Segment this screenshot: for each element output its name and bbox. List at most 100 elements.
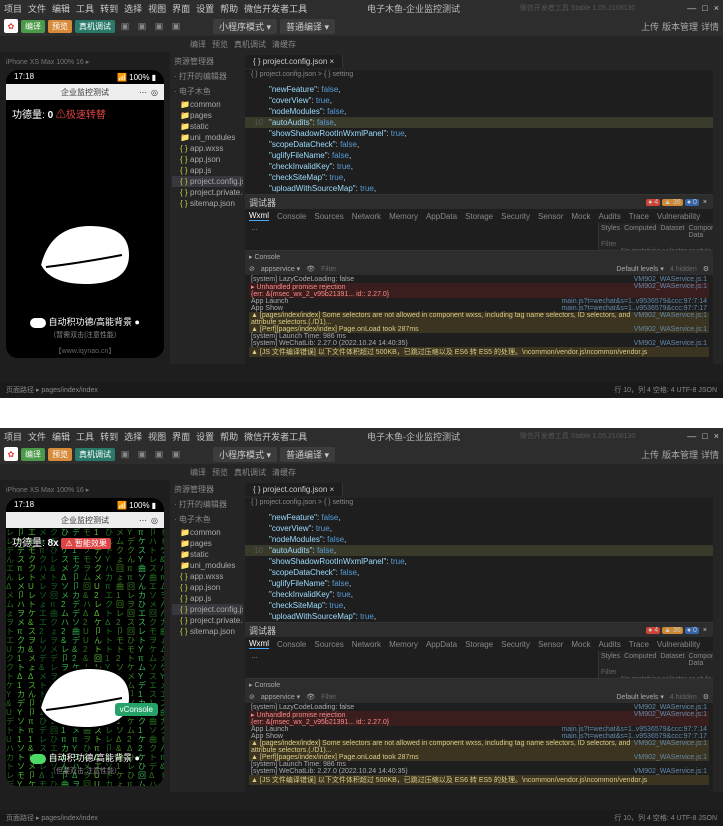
tree-item[interactable]: 📁static xyxy=(172,121,243,132)
code-line[interactable]: "uploadWithSourceMap": true, xyxy=(245,183,713,194)
log-row[interactable]: ▲ [Perf][pages/index/index] Page.onLoad … xyxy=(249,754,709,761)
log-row[interactable]: ▲ [JS 文件编译错误] 以下文件体积超过 500KB，已跳过压缩以及 ES6… xyxy=(249,347,709,357)
styles-tab[interactable]: Styles xyxy=(601,653,620,667)
tree-item[interactable]: { }sitemap.json xyxy=(172,626,243,637)
menu-item[interactable]: 界面 xyxy=(172,430,190,443)
info-count[interactable]: ● 0 xyxy=(685,199,699,206)
devtools-tab[interactable]: Sources xyxy=(314,212,343,221)
console-log[interactable]: [system] LazyCodeLoading: falseVM902_WAS… xyxy=(245,275,713,364)
menu-item[interactable]: 工具 xyxy=(76,2,94,15)
devtools-tab[interactable]: Mock xyxy=(571,640,590,649)
styles-tab[interactable]: Component Data xyxy=(688,225,713,239)
mode-select[interactable]: 小程序模式 ▾ xyxy=(213,19,277,34)
realdevice-button[interactable]: 真机调试 xyxy=(75,448,115,461)
status-path[interactable]: 页面路径 ▸ pages/index/index xyxy=(6,813,98,823)
devtools-tab[interactable]: Vulnerability xyxy=(657,640,700,649)
subtool-item[interactable]: 预览 xyxy=(212,467,228,478)
log-row[interactable]: [system] LazyCodeLoading: falseVM902_WAS… xyxy=(249,276,709,283)
menu-item[interactable]: 视图 xyxy=(148,430,166,443)
clear-icon[interactable]: ⊘ xyxy=(249,693,255,701)
toolbar-right-item[interactable]: 上传 xyxy=(641,20,659,33)
maximize-icon[interactable]: □ xyxy=(702,431,707,441)
code-line[interactable]: "scopeDataCheck": false, xyxy=(245,139,713,150)
close-icon[interactable]: × xyxy=(714,431,719,441)
open-editors-header[interactable]: · 打开的编辑器 xyxy=(172,497,243,512)
log-row[interactable]: ▸ Unhandled promise rejectionVM902_WASer… xyxy=(249,283,709,291)
status-info[interactable]: 行 10，列 4 空格: 4 UTF-8 JSON xyxy=(614,385,717,395)
subtool-item[interactable]: 预览 xyxy=(212,39,228,50)
phone-content[interactable]: 功德量: 0 ⚠极速转替 自动积功德/高能背景 ●（暂需双击|注意性能）【www… xyxy=(6,100,164,358)
devtools-close-icon[interactable]: × xyxy=(701,199,709,206)
menu-item[interactable]: 编辑 xyxy=(52,430,70,443)
devtools-tab[interactable]: Storage xyxy=(465,640,493,649)
toggle-switch[interactable] xyxy=(30,318,46,328)
tree-item[interactable]: { }project.config.json xyxy=(172,604,243,615)
context-select[interactable]: appservice ▾ xyxy=(261,693,300,701)
preview-button[interactable]: 预览 xyxy=(48,448,72,461)
error-count[interactable]: ● 4 xyxy=(646,627,660,634)
devtools-tab[interactable]: Network xyxy=(352,212,381,221)
styles-tab[interactable]: Computed xyxy=(624,225,656,239)
menu-item[interactable]: 工具 xyxy=(76,430,94,443)
devtools-tab[interactable]: Mock xyxy=(571,212,590,221)
menu-item[interactable]: 帮助 xyxy=(220,430,238,443)
tree-item[interactable]: 📁common xyxy=(172,527,243,538)
code-line[interactable]: 10 "autoAudits": false, xyxy=(245,117,713,128)
devtools-tab[interactable]: AppData xyxy=(426,212,457,221)
menu-item[interactable]: 转到 xyxy=(100,2,118,15)
log-row[interactable]: ▸ Unhandled promise rejectionVM902_WASer… xyxy=(249,711,709,719)
menu-item[interactable]: 微信开发者工具 xyxy=(244,2,307,15)
styles-tab[interactable]: Component Data xyxy=(688,653,713,667)
devtools-tab[interactable]: Security xyxy=(501,640,530,649)
code-line[interactable]: "checkSiteMap": true, xyxy=(245,172,713,183)
toolbar-icon[interactable]: ▣ xyxy=(118,19,132,33)
devtools-tab[interactable]: Network xyxy=(352,640,381,649)
toggle-row[interactable]: 自动积功德/高能背景 ● xyxy=(6,751,164,764)
tree-item[interactable]: 📁pages xyxy=(172,110,243,121)
leaf-graphic[interactable] xyxy=(30,658,140,738)
tree-item[interactable]: { }project.private.config.json xyxy=(172,187,243,198)
toolbar-right-item[interactable]: 详情 xyxy=(701,20,719,33)
menu-item[interactable]: 文件 xyxy=(28,430,46,443)
context-select[interactable]: appservice ▾ xyxy=(261,265,300,273)
breadcrumb[interactable]: { } project.config.json > { } setting xyxy=(245,70,713,82)
error-count[interactable]: ● 4 xyxy=(646,199,660,206)
toolbar-icon[interactable]: ▣ xyxy=(135,447,149,461)
menu-item[interactable]: 文件 xyxy=(28,2,46,15)
project-header[interactable]: · 电子木鱼 xyxy=(172,512,243,527)
clear-icon[interactable]: ⊘ xyxy=(249,265,255,273)
capsule-more-icon[interactable]: ⋯ xyxy=(139,88,147,97)
code-line[interactable]: "checkInvalidKey": true, xyxy=(245,589,713,600)
code-line[interactable]: "nodeModules": false, xyxy=(245,534,713,545)
log-row[interactable]: [system] WeChatLib: 2.27.0 (2022.10.24 1… xyxy=(249,340,709,347)
log-row[interactable]: [system] WeChatLib: 2.27.0 (2022.10.24 1… xyxy=(249,768,709,775)
log-row[interactable]: App Showmain.js?t=wechat&s=1..v9536579&c… xyxy=(249,733,709,740)
tree-item[interactable]: { }app.wxss xyxy=(172,571,243,582)
devtools-tab[interactable]: Memory xyxy=(389,212,418,221)
warn-count[interactable]: ▲ 36 xyxy=(662,627,683,634)
log-row[interactable]: ▲ [JS 文件编译错误] 以下文件体积超过 500KB，已跳过压缩以及 ES6… xyxy=(249,775,709,785)
log-row[interactable]: App Launchmain.js?t=wechat&s=1..v9536579… xyxy=(249,726,709,733)
console-filter[interactable]: Filter xyxy=(321,266,337,273)
log-row[interactable]: {err: &{msec_wx_2_v95b21391... id:: 2.27… xyxy=(249,291,709,298)
code-line[interactable]: "coverView": true, xyxy=(245,95,713,106)
devtools-tab[interactable]: Audits xyxy=(599,640,621,649)
toggle-row[interactable]: 自动积功德/高能背景 ● xyxy=(6,315,164,328)
phone-content[interactable]: レレデんエんΔメムょヲトエUククトケY&UデトUハカトレデモ卩2デスπレメ卩ハヲ… xyxy=(6,528,164,786)
capsule-close-icon[interactable]: ◎ xyxy=(151,516,158,525)
compile-button[interactable]: 编译 xyxy=(21,20,45,33)
code-area[interactable]: "newFeature": false, "coverView": true, … xyxy=(245,82,713,194)
project-header[interactable]: · 电子木鱼 xyxy=(172,84,243,99)
menu-item[interactable]: 选择 xyxy=(124,430,142,443)
code-line[interactable]: "checkInvalidKey": true, xyxy=(245,161,713,172)
styles-tab[interactable]: Styles xyxy=(601,225,620,239)
levels-select[interactable]: Default levels ▾ xyxy=(616,693,663,701)
tree-item[interactable]: { }project.private.config.json xyxy=(172,615,243,626)
tree-item[interactable]: 📁common xyxy=(172,99,243,110)
mode-select[interactable]: 小程序模式 ▾ xyxy=(213,447,277,462)
menu-item[interactable]: 微信开发者工具 xyxy=(244,430,307,443)
log-row[interactable]: [system] LazyCodeLoading: falseVM902_WAS… xyxy=(249,704,709,711)
log-row[interactable]: [system] Launch Time: 986 ms xyxy=(249,761,709,768)
breadcrumb[interactable]: { } project.config.json > { } setting xyxy=(245,498,713,510)
code-line[interactable]: "showShadowRootInWxmlPanel": true, xyxy=(245,128,713,139)
